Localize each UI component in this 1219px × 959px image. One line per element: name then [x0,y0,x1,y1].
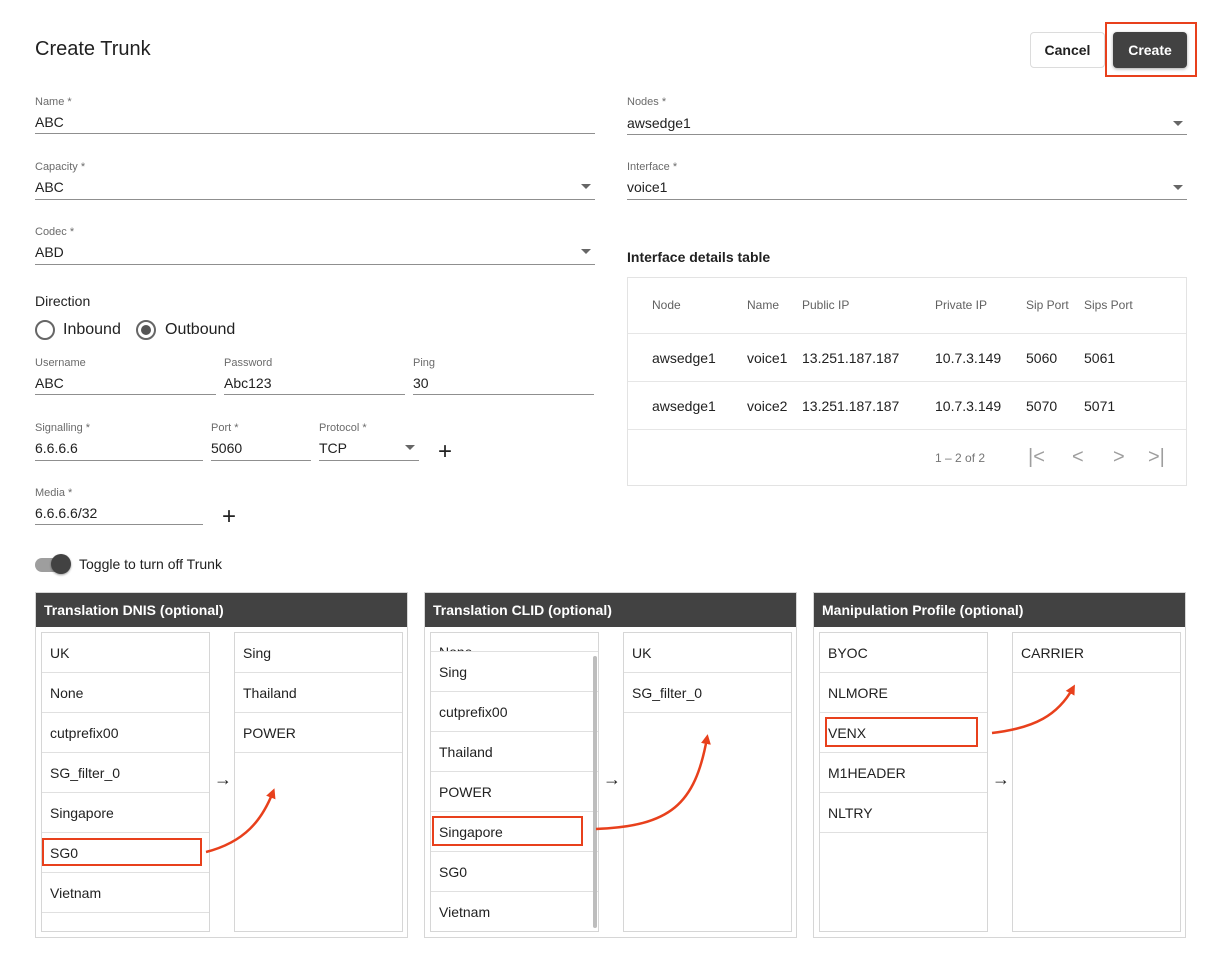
annotation-arrows [205,684,1075,854]
annotation-arrow-clid [595,734,711,831]
annotation-arrow-manipulation [991,684,1075,735]
annotation-arrow-dnis [205,788,276,854]
